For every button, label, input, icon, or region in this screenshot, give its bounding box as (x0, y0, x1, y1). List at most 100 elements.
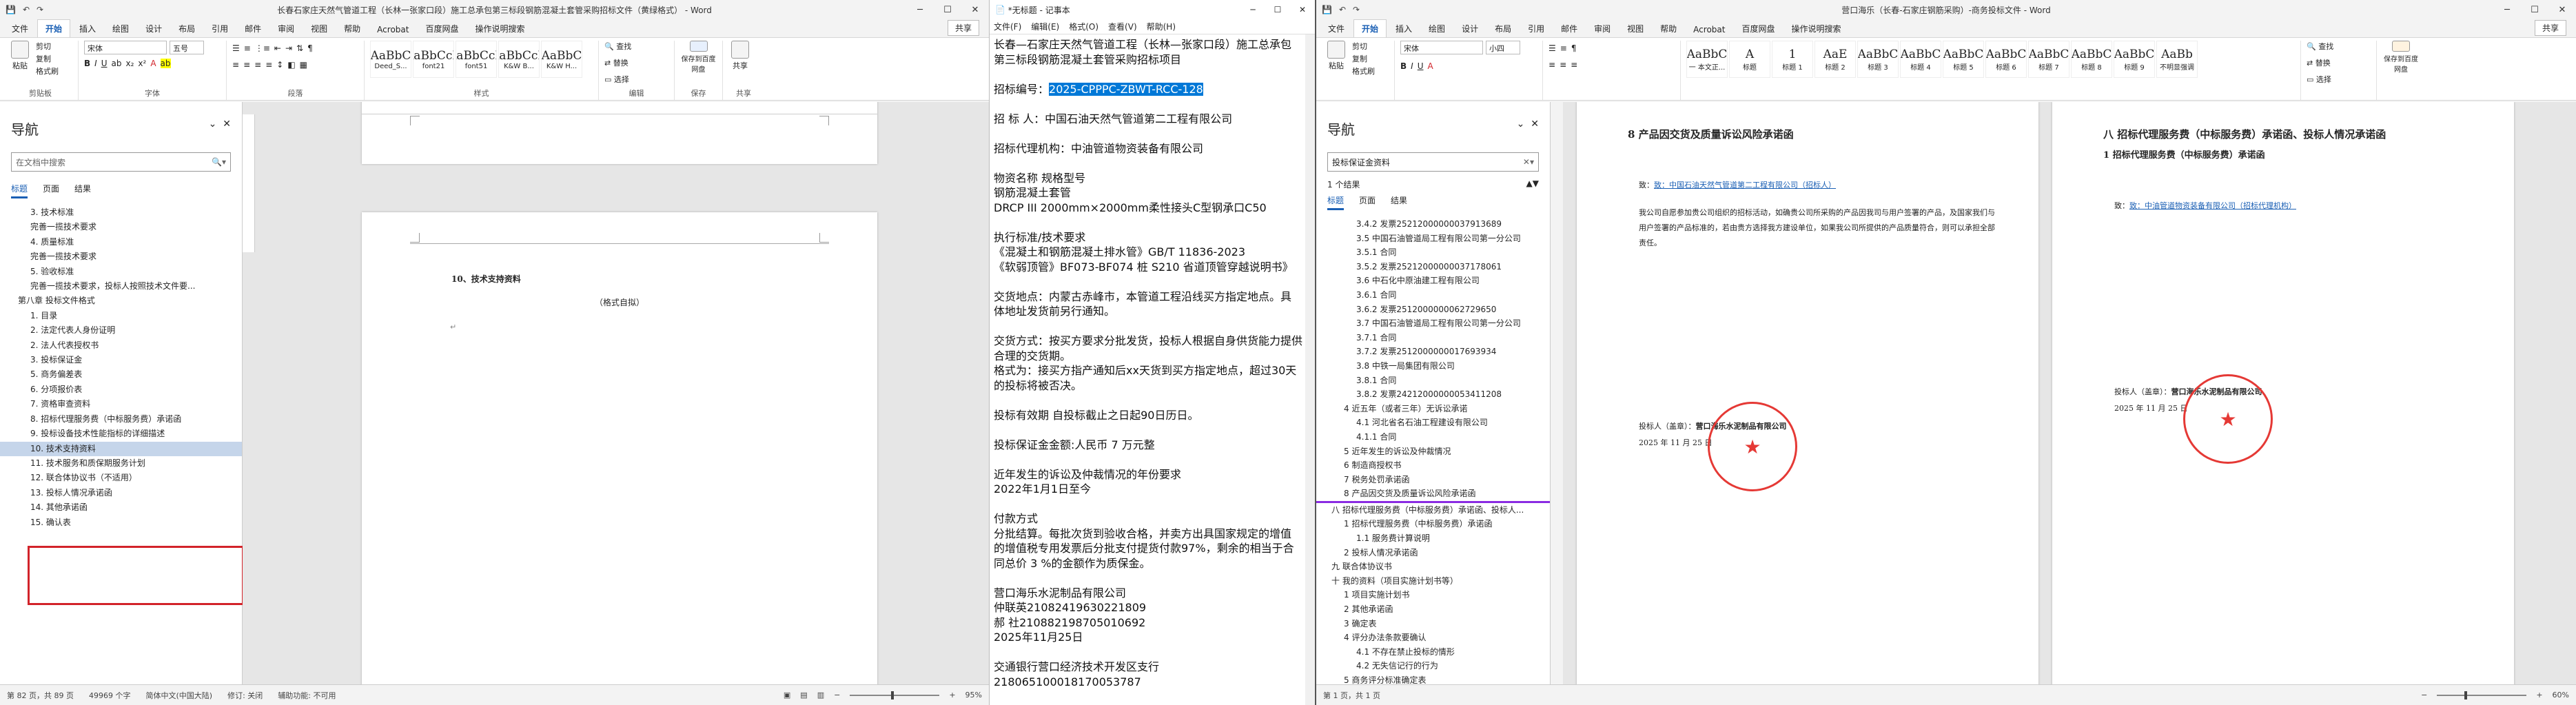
page1-heading[interactable]: 8 产品因交货及质量诉讼风险承诺函 (1628, 127, 1794, 141)
tab-references[interactable]: 引用 (204, 20, 236, 37)
nav-item[interactable]: 5. 商务偏差表 (0, 367, 242, 382)
print-layout-icon[interactable]: ▥ (817, 691, 824, 699)
nav-search-input[interactable]: 投标保证金资料 ✕▾ (1327, 152, 1539, 172)
tab-file[interactable]: 文件 (4, 20, 36, 37)
minimize-icon[interactable]: ─ (906, 0, 934, 19)
select-button[interactable]: ▭ 选择 (2307, 74, 2371, 86)
tab-help[interactable]: 帮助 (1653, 20, 1684, 37)
redo-icon[interactable]: ↷ (37, 5, 43, 14)
nav-item[interactable]: 1 招标代理服务费（中标服务费）承诺函 (1316, 517, 1550, 531)
status-access[interactable]: 辅助功能: 不可用 (278, 690, 336, 701)
style-option[interactable]: AaBbCcDfont51 (456, 41, 497, 78)
style-option[interactable]: AaBbC Deed_S... (370, 41, 411, 78)
format-painter-button[interactable]: 格式刷 (1352, 65, 1375, 78)
undo-icon[interactable]: ↶ (23, 5, 30, 14)
nav-item[interactable]: 1 项目实施计划书 (1316, 588, 1550, 602)
status-words[interactable]: 49969 个字 (89, 690, 131, 701)
tab-acrobat[interactable]: Acrobat (1686, 22, 1732, 37)
style-option[interactable]: AaBbCcDfont21 (413, 41, 454, 78)
paste-button[interactable]: 粘贴 (1325, 41, 1348, 74)
nav-item[interactable]: 3.8.2 发票24212000000053411208 (1316, 387, 1550, 402)
save-baidu-button[interactable]: 保存到百度网盘 (2382, 41, 2420, 74)
share-ribbon-button[interactable]: 共享 (728, 41, 752, 74)
nav-tab-results[interactable]: 结果 (74, 183, 91, 198)
justify-button[interactable]: ≡ (1571, 60, 1577, 70)
underline-button[interactable]: U (101, 59, 108, 68)
tell-me-search[interactable]: 操作说明搜索 (1783, 20, 1848, 37)
np-menu-help[interactable]: 帮助(H) (1147, 21, 1176, 32)
tab-home[interactable]: 开始 (37, 19, 71, 37)
tab-home[interactable]: 开始 (1353, 19, 1387, 37)
select-button[interactable]: ▭ 选择 (604, 74, 668, 86)
vertical-ruler[interactable] (243, 114, 255, 252)
tab-design[interactable]: 设计 (138, 20, 170, 37)
nav-item[interactable]: 完善一揽技术要求 (0, 220, 242, 234)
nav-item[interactable]: 4 近五年（或者三年）无诉讼承诺 (1316, 402, 1550, 416)
close-icon[interactable]: ✕ (2548, 0, 2576, 19)
page1-to[interactable]: 致：中国石油天然气管道第二工程有限公司（招标人） (1654, 181, 1836, 190)
copy-button[interactable]: 复制 (1352, 53, 1375, 65)
nav-item[interactable]: 6 制造商授权书 (1316, 458, 1550, 473)
redo-icon[interactable]: ↷ (1353, 5, 1360, 14)
style-option[interactable]: AaE 标题 2 (1815, 41, 1856, 78)
style-option[interactable]: AaBbC K&W H... (541, 41, 582, 78)
nav-item[interactable]: 3.6.2 发票2512000000062729650 (1316, 303, 1550, 317)
status-track[interactable]: 修订: 关闭 (227, 690, 263, 701)
style-option[interactable]: A 标题 (1729, 41, 1770, 78)
nav-item[interactable]: 7 税务处罚承诺函 (1316, 473, 1550, 487)
underline-button[interactable]: U (1418, 61, 1424, 71)
search-icon[interactable]: 🔍▾ (212, 157, 226, 167)
nav-item[interactable]: 15. 确认表 (0, 515, 242, 530)
nav-item[interactable]: 2. 法人代表授权书 (0, 338, 242, 353)
zoom-slider[interactable] (850, 691, 940, 699)
style-option[interactable]: AaBb 不明显强调 (2156, 41, 2198, 78)
align-right-button[interactable]: ≡ (254, 60, 261, 70)
nav-close-icon[interactable]: ✕ (1531, 119, 1539, 130)
nav-item[interactable]: 11. 技术服务和质保期服务计划 (0, 456, 242, 471)
tab-baidu[interactable]: 百度网盘 (418, 20, 466, 37)
tab-mailings[interactable]: 邮件 (1553, 20, 1585, 37)
tab-insert[interactable]: 插入 (72, 20, 103, 37)
tab-acrobat[interactable]: Acrobat (369, 22, 416, 37)
status-lang[interactable]: 简体中文(中国大陆) (145, 690, 212, 701)
undo-icon[interactable]: ↶ (1339, 5, 1346, 14)
nav-item[interactable]: 4.1 河北省名石油工程建设有限公司 (1316, 416, 1550, 430)
tab-file[interactable]: 文件 (1320, 20, 1352, 37)
save-baidu-button[interactable]: 保存到百度网盘 (680, 41, 717, 74)
nav-item[interactable]: 10. 技术支持资料 (0, 441, 242, 456)
font-color-button[interactable]: A (150, 59, 156, 68)
horizontal-ruler[interactable] (362, 102, 877, 114)
page2-heading[interactable]: 八 招标代理服务费（中标服务费）承诺函、投标人情况承诺函 (2103, 127, 2386, 141)
superscript-button[interactable]: x² (138, 59, 146, 68)
result-nav-arrows[interactable]: ▲▼ (1526, 178, 1539, 190)
page2-to[interactable]: 致：中油管道物资装备有限公司（招标代理机构） (2129, 201, 2296, 210)
tab-insert[interactable]: 插入 (1388, 20, 1420, 37)
zoom-level[interactable]: 60% (2553, 691, 2569, 699)
nav-item[interactable]: 完善一揽技术要求，投标人按照技术文件要... (0, 279, 242, 294)
page1-body[interactable]: 我公司自愿参加贵公司组织的招标活动，如确贵公司所采购的产品因我司与用户签署的产品… (1639, 205, 1997, 251)
nav-item[interactable]: 8 产品因交货及质量诉讼风险承诺函 (1316, 487, 1550, 503)
zoom-in-icon[interactable]: + (2536, 691, 2542, 699)
zoom-out-icon[interactable]: − (2421, 691, 2427, 699)
style-option[interactable]: AaBbC 标题 3 (1857, 41, 1899, 78)
nav-item[interactable]: 3 确定表 (1316, 617, 1550, 631)
nav-item[interactable]: 3.5 中国石油管道局工程有限公司第一分公司 (1316, 232, 1550, 246)
nav-item[interactable]: 2. 法定代表人身份证明 (0, 323, 242, 338)
notepad-text-area[interactable]: 长春—石家庄天然气管道工程（长林—张家口段）施工总承包 第三标段钢筋混凝土套管采购… (990, 34, 1315, 692)
format-painter-button[interactable]: 格式刷 (36, 65, 59, 78)
np-close-icon[interactable]: ✕ (1290, 5, 1315, 14)
line-spacing-button[interactable]: ↕ (276, 60, 283, 70)
nav-item[interactable]: 3.5.1 合同 (1316, 245, 1550, 260)
italic-button[interactable]: I (1411, 61, 1413, 71)
page2-date[interactable]: 2025 年 11 月 25 日 (2114, 401, 2187, 416)
copy-button[interactable]: 复制 (36, 53, 59, 65)
tab-references[interactable]: 引用 (1520, 20, 1552, 37)
font-name-select[interactable]: 宋体 (84, 41, 167, 54)
bullets-button[interactable]: ☰ (232, 43, 240, 53)
nav-item[interactable]: 完善一揽技术要求 (0, 249, 242, 264)
nav-item[interactable]: 3.6 中石化中原油建工程有限公司 (1316, 274, 1550, 288)
nav-item[interactable]: 3.7.1 合同 (1316, 331, 1550, 345)
strikethrough-button[interactable]: ab (112, 59, 122, 68)
align-center-button[interactable]: ≡ (243, 60, 250, 70)
nav-tab-headings[interactable]: 标题 (11, 183, 28, 198)
